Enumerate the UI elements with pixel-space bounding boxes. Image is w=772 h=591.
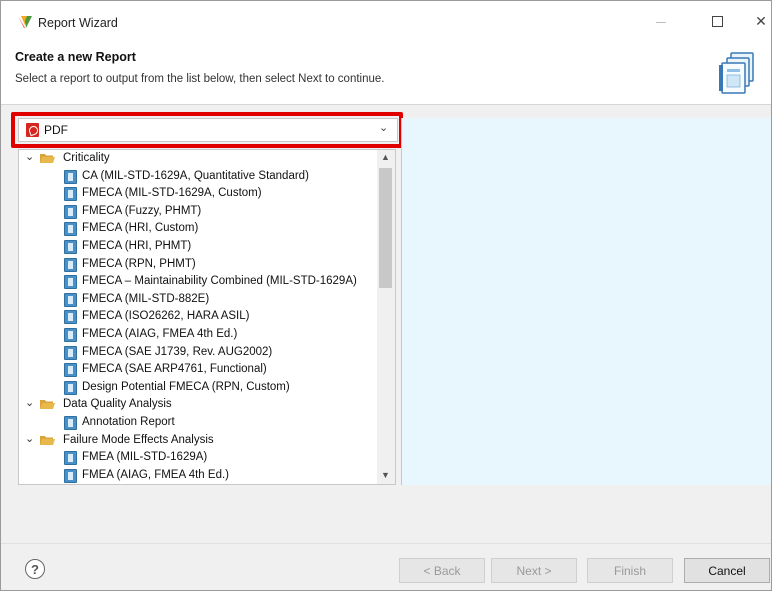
tree-item-label: FMECA (MIL-STD-882E) <box>82 292 210 305</box>
tree-item-label: FMECA – Maintainability Combined (MIL-ST… <box>82 275 357 288</box>
tree-scrollbar[interactable]: ▲ ▼ <box>377 150 395 484</box>
tree-item[interactable]: Annotation Report <box>19 414 379 432</box>
tree-item[interactable]: FMECA (SAE J1739, Rev. AUG2002) <box>19 344 379 362</box>
tree-folder[interactable]: ⌄ Data Quality Analysis <box>19 396 379 414</box>
wizard-header: Create a new Report Select a report to o… <box>1 41 771 105</box>
tree-item[interactable]: FMECA (HRI, Custom) <box>19 220 379 238</box>
tree-item[interactable]: FMECA (MIL-STD-1629A, Custom) <box>19 185 379 203</box>
tree-item-label: Design Potential FMECA (RPN, Custom) <box>82 380 290 393</box>
output-format-value: PDF <box>44 123 68 137</box>
tree-folder[interactable]: ⌄ Criticality <box>19 150 379 168</box>
tree-item[interactable]: FMECA (MIL-STD-882E) <box>19 291 379 309</box>
tree-item[interactable]: FMECA (Fuzzy, PHMT) <box>19 203 379 221</box>
tree-item-label: Criticality <box>63 152 110 164</box>
report-wizard-window: Report Wizard ✕ Create a new Report Sele… <box>0 0 772 591</box>
tree-item-label: CA (MIL-STD-1629A, Quantitative Standard… <box>82 169 309 182</box>
tree-item-label: FMECA (SAE J1739, Rev. AUG2002) <box>82 345 273 358</box>
next-button[interactable]: Next > <box>491 558 577 583</box>
tree-item[interactable]: FMECA – Maintainability Combined (MIL-ST… <box>19 273 379 291</box>
report-document-icon <box>64 169 77 184</box>
report-document-icon <box>64 363 77 378</box>
tree-item[interactable]: FMECA (SAE ARP4761, Functional) <box>19 361 379 379</box>
report-document-icon <box>64 380 77 395</box>
tree-item-label: Annotation Report <box>82 415 175 428</box>
tree-item-label: FMECA (MIL-STD-1629A, Custom) <box>82 187 262 200</box>
tree-item[interactable]: FMECA (ISO26262, HARA ASIL) <box>19 308 379 326</box>
maximize-button[interactable] <box>697 5 737 37</box>
tree-folder[interactable]: ⌄ Failure Mode Effects Analysis <box>19 432 379 450</box>
pdf-icon <box>26 123 39 137</box>
folder-open-icon <box>40 154 55 163</box>
output-format-dropdown[interactable]: PDF ⌄ <box>18 118 398 142</box>
report-preview-panel <box>401 118 771 485</box>
report-document-icon <box>64 468 77 483</box>
tree-item-label: FMECA (HRI, Custom) <box>82 222 199 235</box>
page-description: Select a report to output from the list … <box>15 73 385 85</box>
report-document-icon <box>64 310 77 325</box>
tree-item[interactable]: FMEA (AIAG, FMEA 4th Ed.) <box>19 467 379 484</box>
footer-divider <box>1 543 771 544</box>
finish-button[interactable]: Finish <box>587 558 673 583</box>
title-bar: Report Wizard ✕ <box>1 1 771 41</box>
page-title: Create a new Report <box>15 50 136 64</box>
close-button[interactable]: ✕ <box>741 5 772 37</box>
tree-item-label: FMECA (Fuzzy, PHMT) <box>82 204 202 217</box>
chevron-down-icon[interactable]: ⌄ <box>25 432 34 445</box>
tree-item-label: FMEA (AIAG, FMEA 4th Ed.) <box>82 468 229 481</box>
close-icon: ✕ <box>755 13 767 29</box>
report-document-icon <box>64 204 77 219</box>
tree-item[interactable]: CA (MIL-STD-1629A, Quantitative Standard… <box>19 168 379 186</box>
folder-open-icon <box>40 400 55 410</box>
window-title: Report Wizard <box>38 16 118 30</box>
report-document-icon <box>64 239 77 254</box>
report-document-icon <box>64 257 77 272</box>
tree-item[interactable]: FMECA (AIAG, FMEA 4th Ed.) <box>19 326 379 344</box>
report-document-icon <box>64 292 77 307</box>
tree-item-label: FMEA (MIL-STD-1629A) <box>82 451 208 464</box>
report-document-icon <box>64 275 77 290</box>
report-stack-icon <box>719 52 754 94</box>
report-document-icon <box>64 345 77 360</box>
tree-item-label: FMECA (RPN, PHMT) <box>82 257 196 270</box>
cancel-button[interactable]: Cancel <box>684 558 770 583</box>
tree-item-label: FMECA (SAE ARP4761, Functional) <box>82 363 267 376</box>
chevron-down-icon: ⌄ <box>379 122 389 134</box>
tree-item-label: FMECA (ISO26262, HARA ASIL) <box>82 310 250 323</box>
tree-item-label: FMECA (HRI, PHMT) <box>82 239 192 252</box>
tree-item-label: FMECA (AIAG, FMEA 4th Ed.) <box>82 327 238 340</box>
scroll-thumb[interactable] <box>379 168 392 288</box>
report-document-icon <box>64 415 77 430</box>
report-document-icon <box>64 451 77 466</box>
app-logo-icon <box>18 16 32 28</box>
scroll-up-icon[interactable]: ▲ <box>381 152 390 162</box>
tree-item[interactable]: FMECA (RPN, PHMT) <box>19 256 379 274</box>
chevron-down-icon[interactable]: ⌄ <box>25 396 34 409</box>
report-tree[interactable]: ⌄ Criticality CA (MIL-STD-1629A, Quantitat… <box>18 149 396 485</box>
help-button[interactable]: ? <box>25 559 45 579</box>
tree-rows: ⌄ Criticality CA (MIL-STD-1629A, Quantitat… <box>19 150 379 484</box>
minimize-icon <box>656 21 666 23</box>
report-document-icon <box>64 222 77 237</box>
tree-item[interactable]: Design Potential FMECA (RPN, Custom) <box>19 379 379 397</box>
chevron-down-icon[interactable]: ⌄ <box>25 150 34 163</box>
report-document-icon <box>64 187 77 202</box>
tree-item-label: Failure Mode Effects Analysis <box>63 433 214 446</box>
folder-open-icon <box>40 435 55 445</box>
tree-item[interactable]: FMEA (MIL-STD-1629A) <box>19 449 379 467</box>
minimize-button[interactable] <box>641 5 681 37</box>
back-button[interactable]: < Back <box>399 558 485 583</box>
tree-item[interactable]: FMECA (HRI, PHMT) <box>19 238 379 256</box>
report-document-icon <box>64 327 77 342</box>
maximize-icon <box>711 15 723 27</box>
scroll-down-icon[interactable]: ▼ <box>381 470 390 480</box>
tree-item-label: Data Quality Analysis <box>63 398 172 411</box>
